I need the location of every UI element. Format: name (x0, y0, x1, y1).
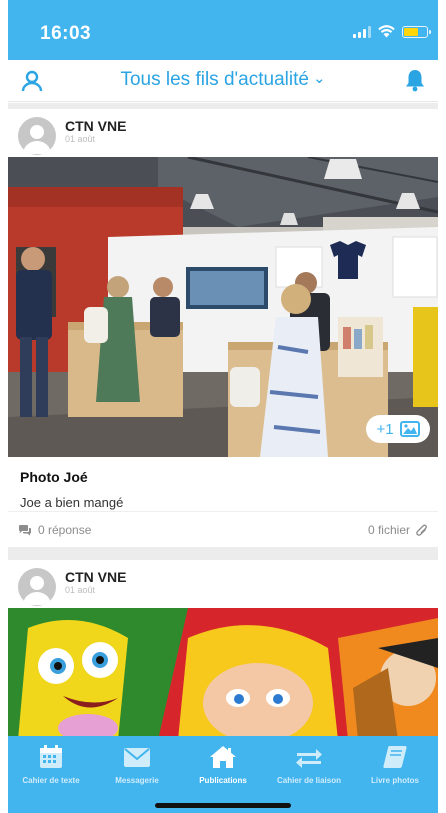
more-photos-badge[interactable]: +1 (366, 415, 430, 443)
tab-label: Messagerie (115, 776, 159, 785)
post-card[interactable]: CTN VNE 01 août (8, 560, 438, 736)
replies-button[interactable]: 0 réponse (18, 523, 91, 537)
replies-count: 0 réponse (38, 522, 92, 537)
signal-icon (353, 25, 371, 38)
post-author: CTN VNE (65, 118, 127, 134)
tab-label: Livre photos (370, 776, 419, 785)
status-bar: 16:03 (8, 0, 438, 60)
comment-icon (19, 524, 31, 535)
post-footer: 0 réponse 0 fichier (8, 511, 438, 547)
calendar-icon (40, 745, 62, 768)
tab-messagerie[interactable]: Messagerie (94, 736, 180, 813)
files-button[interactable]: 0 fichier (368, 523, 428, 537)
post-date: 01 août (65, 585, 96, 595)
post-photo[interactable] (8, 608, 438, 736)
files-count: 0 fichier (367, 522, 410, 537)
tab-cahier-de-liaison[interactable]: Cahier de liaison (266, 736, 352, 813)
bell-icon[interactable] (404, 68, 426, 92)
feed: CTN VNE 01 août +1 Photo Joé Joe a bien … (8, 103, 438, 736)
tab-label: Publications (199, 776, 247, 785)
home-indicator (155, 803, 291, 808)
post-header: CTN VNE 01 août (8, 109, 438, 157)
page-title: Tous les fils d'actualité (120, 69, 309, 90)
envelope-icon (124, 748, 150, 767)
post-date: 01 août (65, 134, 96, 144)
tab-label: Cahier de liaison (276, 776, 342, 785)
avatar (18, 568, 56, 606)
tab-label: Cahier de texte (22, 776, 80, 785)
tab-cahier-de-texte[interactable]: Cahier de texte (8, 736, 94, 813)
tab-publications[interactable]: Publications (180, 736, 266, 813)
nav-bar: Tous les fils d'actualité ⌄ (8, 60, 438, 102)
swap-arrows-icon (296, 749, 322, 768)
tab-bar: Cahier de texte Messagerie Publications … (8, 736, 438, 813)
image-icon (399, 421, 420, 437)
post-text: Joe a bien mangé (20, 495, 124, 510)
wifi-icon (378, 25, 395, 38)
more-photos-count: +1 (376, 420, 394, 438)
battery-icon (402, 25, 431, 38)
post-card[interactable]: CTN VNE 01 août (8, 109, 438, 547)
post-author: CTN VNE (65, 569, 127, 585)
book-icon (383, 746, 407, 768)
status-time: 16:03 (40, 23, 92, 44)
feed-selector[interactable]: Tous les fils d'actualité ⌄ (8, 69, 438, 91)
tab-livre-photos[interactable]: Livre photos (352, 736, 438, 813)
post-photo[interactable]: +1 (8, 157, 438, 457)
status-icons (353, 25, 431, 38)
paperclip-icon (416, 524, 427, 536)
post-header: CTN VNE 01 août (8, 560, 438, 608)
avatar (18, 117, 56, 155)
home-icon (210, 746, 236, 768)
chevron-down-icon: ⌄ (312, 70, 326, 87)
post-title: Photo Joé (20, 469, 88, 485)
